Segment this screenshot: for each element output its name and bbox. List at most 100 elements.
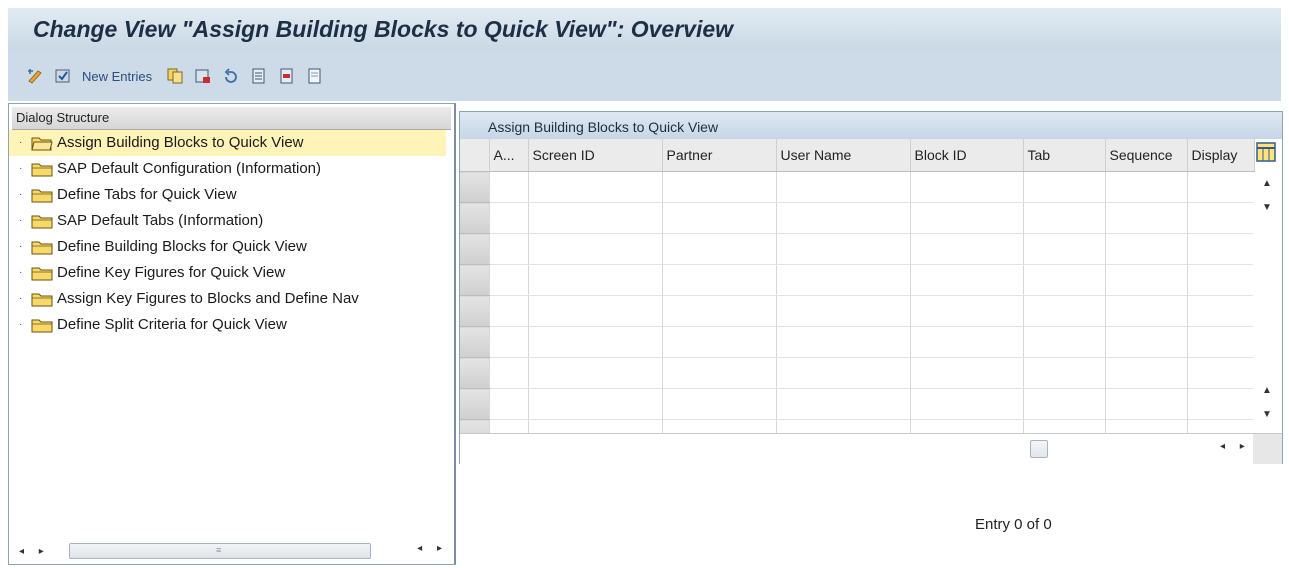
row-selector[interactable] [460, 264, 490, 296]
row-selector[interactable] [460, 326, 490, 358]
table-cell[interactable] [662, 388, 777, 420]
table-cell[interactable] [776, 388, 911, 420]
table-cell[interactable] [1105, 295, 1188, 327]
table-cell[interactable] [662, 357, 777, 389]
table-cell[interactable] [1187, 264, 1255, 296]
delete-icon[interactable] [194, 67, 212, 85]
table-cell[interactable] [910, 295, 1024, 327]
table-cell[interactable] [1187, 326, 1255, 358]
check-icon[interactable] [54, 67, 72, 85]
table-cell[interactable] [662, 202, 777, 234]
table-cell[interactable] [910, 264, 1024, 296]
table-cell[interactable] [1187, 357, 1255, 389]
table-cell[interactable] [910, 357, 1024, 389]
table-cell[interactable] [489, 357, 529, 389]
table-cell[interactable] [1105, 388, 1188, 420]
table-cell[interactable] [1105, 264, 1188, 296]
table-cell[interactable] [1187, 171, 1255, 203]
horizontal-scroll-thumb[interactable] [1030, 440, 1048, 458]
row-selector[interactable] [460, 202, 490, 234]
table-cell[interactable] [528, 326, 663, 358]
table-cell[interactable] [776, 295, 911, 327]
table-cell[interactable] [1187, 295, 1255, 327]
row-selector[interactable] [460, 357, 490, 389]
tree-item[interactable]: · Define Key Figures for Quick View [9, 260, 454, 286]
row-selector[interactable] [460, 388, 490, 420]
table-cell[interactable] [489, 233, 529, 265]
deselect-all-icon[interactable] [306, 67, 324, 85]
table-cell[interactable] [1105, 202, 1188, 234]
column-settings-icon[interactable] [1256, 142, 1278, 164]
select-block-icon[interactable] [278, 67, 296, 85]
column-header[interactable]: Sequence [1105, 139, 1188, 172]
column-header[interactable]: Tab [1023, 139, 1106, 172]
table-cell[interactable] [910, 326, 1024, 358]
table-cell[interactable] [489, 388, 529, 420]
scroll-down-icon[interactable]: ▼ [1262, 202, 1272, 213]
table-cell[interactable] [489, 171, 529, 203]
table-cell[interactable] [776, 233, 911, 265]
table-cell[interactable] [662, 295, 777, 327]
table-cell[interactable] [528, 171, 663, 203]
table-cell[interactable] [528, 388, 663, 420]
column-header[interactable]: Block ID [910, 139, 1024, 172]
table-cell[interactable] [910, 233, 1024, 265]
scroll-up-icon[interactable]: ▲ [1262, 178, 1272, 189]
table-cell[interactable] [1187, 202, 1255, 234]
table-cell[interactable] [662, 264, 777, 296]
column-header[interactable]: User Name [776, 139, 911, 172]
table-cell[interactable] [528, 295, 663, 327]
tree-item[interactable]: · SAP Default Configuration (Information) [9, 156, 454, 182]
table-cell[interactable] [528, 233, 663, 265]
page-down-icon[interactable]: ▼ [1262, 409, 1272, 420]
select-all-header[interactable] [460, 139, 490, 172]
page-up-icon[interactable]: ▲ [1262, 385, 1272, 396]
display-change-icon[interactable] [26, 67, 44, 85]
table-cell[interactable] [1023, 171, 1106, 203]
table-cell[interactable] [1023, 357, 1106, 389]
table-cell[interactable] [1023, 264, 1106, 296]
tree-item[interactable]: · Define Split Criteria for Quick View [9, 312, 454, 338]
table-cell[interactable] [1023, 233, 1106, 265]
undo-icon[interactable] [222, 67, 240, 85]
scroll-left-right-icon[interactable]: ◂ ▸ [9, 546, 50, 557]
table-cell[interactable] [776, 357, 911, 389]
copy-icon[interactable] [166, 67, 184, 85]
table-cell[interactable] [662, 233, 777, 265]
table-cell[interactable] [1187, 388, 1255, 420]
table-cell[interactable] [910, 171, 1024, 203]
table-cell[interactable] [489, 264, 529, 296]
tree-item[interactable]: · Define Tabs for Quick View [9, 182, 454, 208]
select-all-icon[interactable] [250, 67, 268, 85]
table-cell[interactable] [910, 202, 1024, 234]
column-header[interactable]: A... [489, 139, 529, 172]
table-cell[interactable] [1105, 326, 1188, 358]
tree-item[interactable]: · Assign Building Blocks to Quick View [9, 130, 446, 156]
table-cell[interactable] [1105, 233, 1188, 265]
column-header[interactable]: Partner [662, 139, 777, 172]
table-cell[interactable] [489, 295, 529, 327]
table-cell[interactable] [776, 171, 911, 203]
horizontal-scrollbar[interactable]: ≡ [69, 543, 371, 559]
table-cell[interactable] [662, 171, 777, 203]
scroll-left-right-icon[interactable]: ◂ ▸ [417, 543, 448, 554]
table-cell[interactable] [1105, 171, 1188, 203]
table-cell[interactable] [528, 202, 663, 234]
table-cell[interactable] [528, 357, 663, 389]
table-cell[interactable] [1023, 202, 1106, 234]
table-cell[interactable] [1105, 357, 1188, 389]
row-selector[interactable] [460, 233, 490, 265]
new-entries-button[interactable]: New Entries [82, 69, 152, 84]
table-cell[interactable] [528, 264, 663, 296]
scroll-left-right-icon[interactable]: ◂ ▸ [1220, 441, 1251, 452]
column-header[interactable]: Display [1187, 139, 1255, 172]
tree-item[interactable]: · Define Building Blocks for Quick View [9, 234, 454, 260]
row-selector[interactable] [460, 171, 490, 203]
table-cell[interactable] [910, 388, 1024, 420]
table-cell[interactable] [489, 202, 529, 234]
table-cell[interactable] [1023, 326, 1106, 358]
table-cell[interactable] [489, 326, 529, 358]
table-cell[interactable] [1187, 233, 1255, 265]
tree-item[interactable]: · SAP Default Tabs (Information) [9, 208, 454, 234]
tree-item[interactable]: · Assign Key Figures to Blocks and Define… [9, 286, 454, 312]
